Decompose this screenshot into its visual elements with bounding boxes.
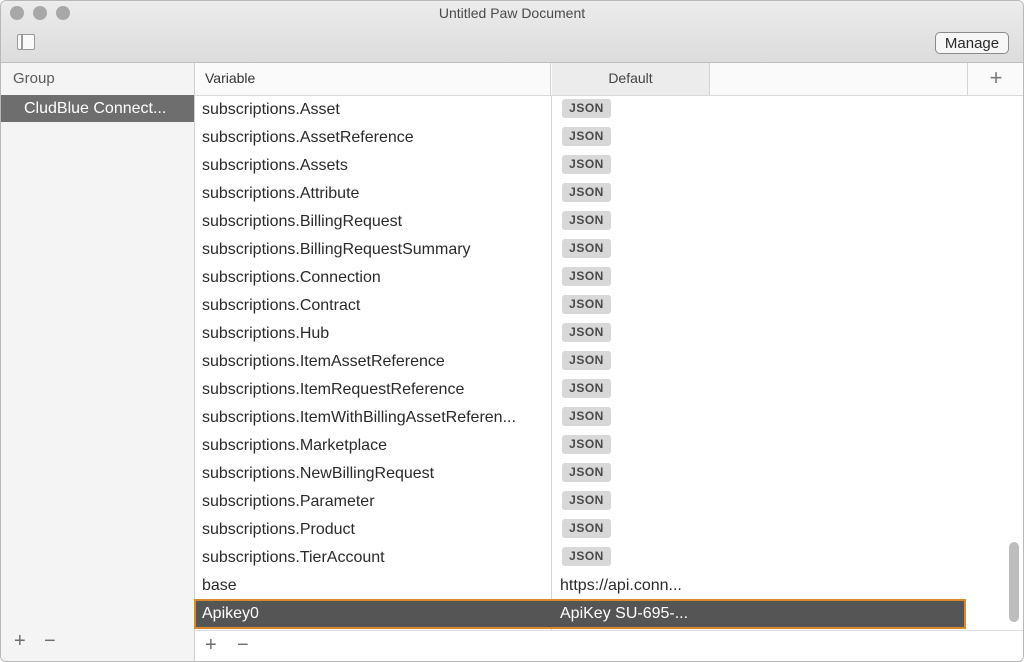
variable-name[interactable]: subscriptions.Hub [202,320,547,348]
table-row[interactable]: subscriptions.ItemRequestReference JSON [195,376,1015,404]
group-header: Group [13,70,55,87]
add-column-icon[interactable]: + [967,63,1023,95]
paw-window: Untitled Paw Document Manage Group CludB… [0,0,1024,662]
variable-name[interactable]: subscriptions.Connection [202,264,547,292]
json-badge[interactable]: JSON [562,463,611,482]
json-badge[interactable]: JSON [562,99,611,118]
variable-column-header[interactable]: Variable [195,63,551,95]
remove-variable-icon[interactable]: − [237,635,249,655]
json-badge[interactable]: JSON [562,239,611,258]
table-row[interactable]: subscriptions.Marketplace JSON [195,432,1015,460]
table-row[interactable]: subscriptions.ItemWithBillingAssetRefere… [195,404,1015,432]
add-group-icon[interactable]: + [14,631,26,651]
table-row[interactable]: subscriptions.Assets JSON [195,152,1015,180]
default-column-header[interactable]: Default [552,63,710,95]
remove-group-icon[interactable]: − [44,631,56,651]
table-row-selected[interactable]: Apikey0 ApiKey SU-695-... [194,599,966,629]
json-badge[interactable]: JSON [562,267,611,286]
table-row[interactable]: subscriptions.ItemAssetReference JSON [195,348,1015,376]
variable-name[interactable]: subscriptions.BillingRequestSummary [202,236,547,264]
table-row[interactable]: subscriptions.AssetReference JSON [195,124,1015,152]
variables-table: subscriptions.Asset JSON subscriptions.Ass… [194,96,1023,630]
table-row[interactable]: subscriptions.Parameter JSON [195,488,1015,516]
default-value[interactable]: https://api.conn... [560,572,960,600]
json-badge[interactable]: JSON [562,351,611,370]
table-row[interactable]: subscriptions.TierAccount JSON [195,544,1015,572]
table-row[interactable]: base https://api.conn... [195,572,1015,600]
table-header: Variable Default + [195,63,1023,96]
json-badge[interactable]: JSON [562,155,611,174]
table-row[interactable]: subscriptions.Connection JSON [195,264,1015,292]
json-badge[interactable]: JSON [562,491,611,510]
window-title: Untitled Paw Document [438,5,586,21]
table-row[interactable]: subscriptions.Hub JSON [195,320,1015,348]
default-value[interactable]: ApiKey SU-695-... [560,600,960,628]
variable-name[interactable]: subscriptions.ItemAssetReference [202,348,547,376]
variable-name[interactable]: subscriptions.Attribute [202,180,547,208]
json-badge[interactable]: JSON [562,407,611,426]
json-badge[interactable]: JSON [562,295,611,314]
scrollbar-thumb[interactable] [1009,542,1019,622]
json-badge[interactable]: JSON [562,323,611,342]
json-badge[interactable]: JSON [562,379,611,398]
variable-name[interactable]: subscriptions.BillingRequest [202,208,547,236]
variable-name[interactable]: subscriptions.Parameter [202,488,547,516]
group-sidebar: Group CludBlue Connect... + − [1,63,195,661]
title-bar: Untitled Paw Document Manage [1,1,1023,63]
json-badge[interactable]: JSON [562,127,611,146]
variable-name[interactable]: subscriptions.AssetReference [202,124,547,152]
variable-name[interactable]: subscriptions.Product [202,516,547,544]
table-footer: + − [195,630,1023,661]
variable-name[interactable]: subscriptions.ItemWithBillingAssetRefere… [202,404,547,432]
group-item-selected[interactable]: CludBlue Connect... [1,95,194,122]
json-badge[interactable]: JSON [562,183,611,202]
variable-name[interactable]: subscriptions.Asset [202,96,547,124]
variable-name[interactable]: subscriptions.Assets [202,152,547,180]
json-badge[interactable]: JSON [562,519,611,538]
table-row[interactable]: subscriptions.Asset JSON [195,96,1015,124]
json-badge[interactable]: JSON [562,547,611,566]
table-row[interactable]: subscriptions.Attribute JSON [195,180,1015,208]
variable-name[interactable]: Apikey0 [202,600,547,628]
table-row[interactable]: subscriptions.BillingRequest JSON [195,208,1015,236]
table-row[interactable]: subscriptions.NewBillingRequest JSON [195,460,1015,488]
json-badge[interactable]: JSON [562,211,611,230]
variable-name[interactable]: subscriptions.NewBillingRequest [202,460,547,488]
table-row[interactable]: subscriptions.Product JSON [195,516,1015,544]
table-row[interactable]: subscriptions.BillingRequestSummary JSON [195,236,1015,264]
variable-name[interactable]: subscriptions.Contract [202,292,547,320]
add-variable-icon[interactable]: + [205,635,217,655]
table-row[interactable]: subscriptions.Contract JSON [195,292,1015,320]
variable-name[interactable]: base [202,572,547,600]
variable-name[interactable]: subscriptions.ItemRequestReference [202,376,547,404]
json-badge[interactable]: JSON [562,435,611,454]
variable-name[interactable]: subscriptions.Marketplace [202,432,547,460]
variable-name[interactable]: subscriptions.TierAccount [202,544,547,572]
manage-button[interactable]: Manage [935,32,1009,54]
sidebar-toggle-icon[interactable] [17,34,35,50]
